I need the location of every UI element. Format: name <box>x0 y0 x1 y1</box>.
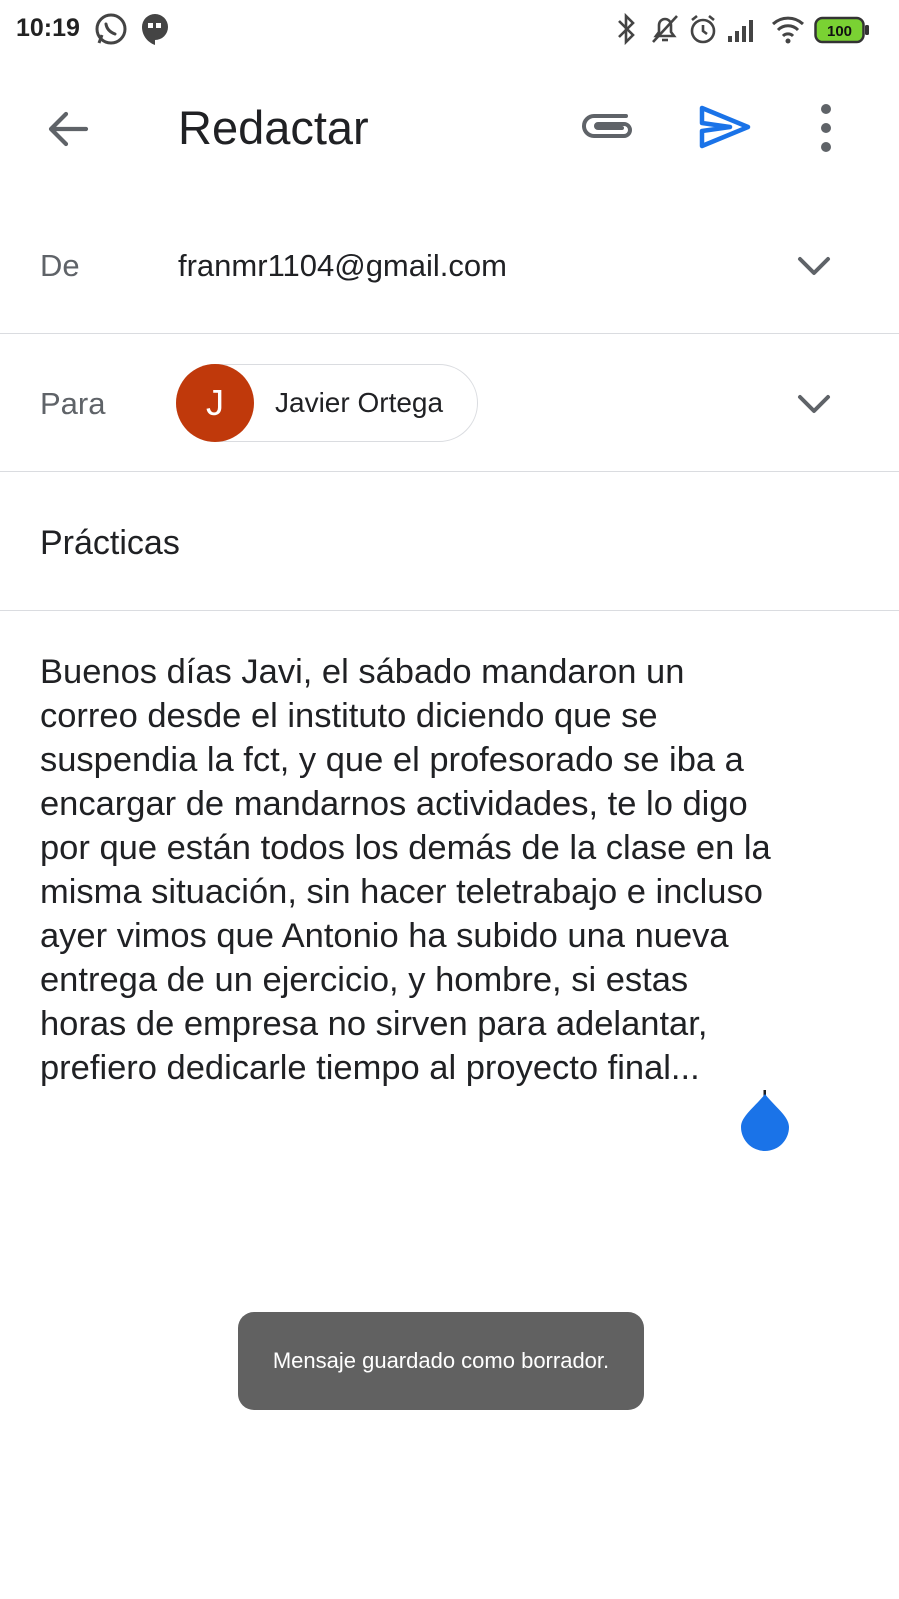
from-label: De <box>40 248 80 283</box>
alarm-icon <box>688 12 718 51</box>
cursor-handle-icon <box>741 1060 789 1151</box>
arrow-back-icon <box>48 111 89 147</box>
from-account[interactable]: franmr1104@gmail.com <box>178 248 507 284</box>
chevron-down-icon <box>798 257 830 275</box>
send-button[interactable] <box>696 98 754 156</box>
signal-icon <box>726 12 758 51</box>
recipient-chip[interactable]: J Javier Ortega <box>176 364 478 442</box>
from-expand-button[interactable] <box>792 244 836 288</box>
paperclip-icon <box>582 114 632 138</box>
status-bar: 10:19 100 <box>0 0 899 62</box>
page-title: Redactar <box>178 101 369 154</box>
divider <box>0 333 899 334</box>
divider <box>0 610 899 611</box>
recipient-name: Javier Ortega <box>275 387 444 418</box>
snackbar-toast: Mensaje guardado como borrador. <box>238 1312 644 1410</box>
subject-field[interactable]: Prácticas <box>40 524 180 563</box>
to-expand-button[interactable] <box>792 382 836 426</box>
back-button[interactable] <box>40 100 98 158</box>
whatsapp-icon <box>94 12 128 51</box>
wifi-icon <box>770 12 806 51</box>
status-time: 10:19 <box>16 14 80 42</box>
avatar: J <box>176 364 254 442</box>
text-cursor-handle[interactable] <box>738 1060 792 1154</box>
send-icon <box>699 105 751 149</box>
to-label: Para <box>40 386 106 421</box>
more-options-button[interactable] <box>806 98 846 158</box>
hangouts-icon <box>140 12 170 51</box>
app-bar: Redactar <box>0 62 899 192</box>
attach-button[interactable] <box>578 102 638 154</box>
battery-icon: 100 <box>814 16 870 49</box>
bluetooth-icon <box>616 12 638 51</box>
battery-level: 100 <box>827 23 852 40</box>
chevron-down-icon <box>798 395 830 413</box>
compose-body[interactable]: Buenos días Javi, el sábado mandaron un … <box>40 650 870 1090</box>
divider <box>0 471 899 472</box>
notifications-muted-icon <box>648 12 682 51</box>
more-vert-icon <box>821 104 831 152</box>
